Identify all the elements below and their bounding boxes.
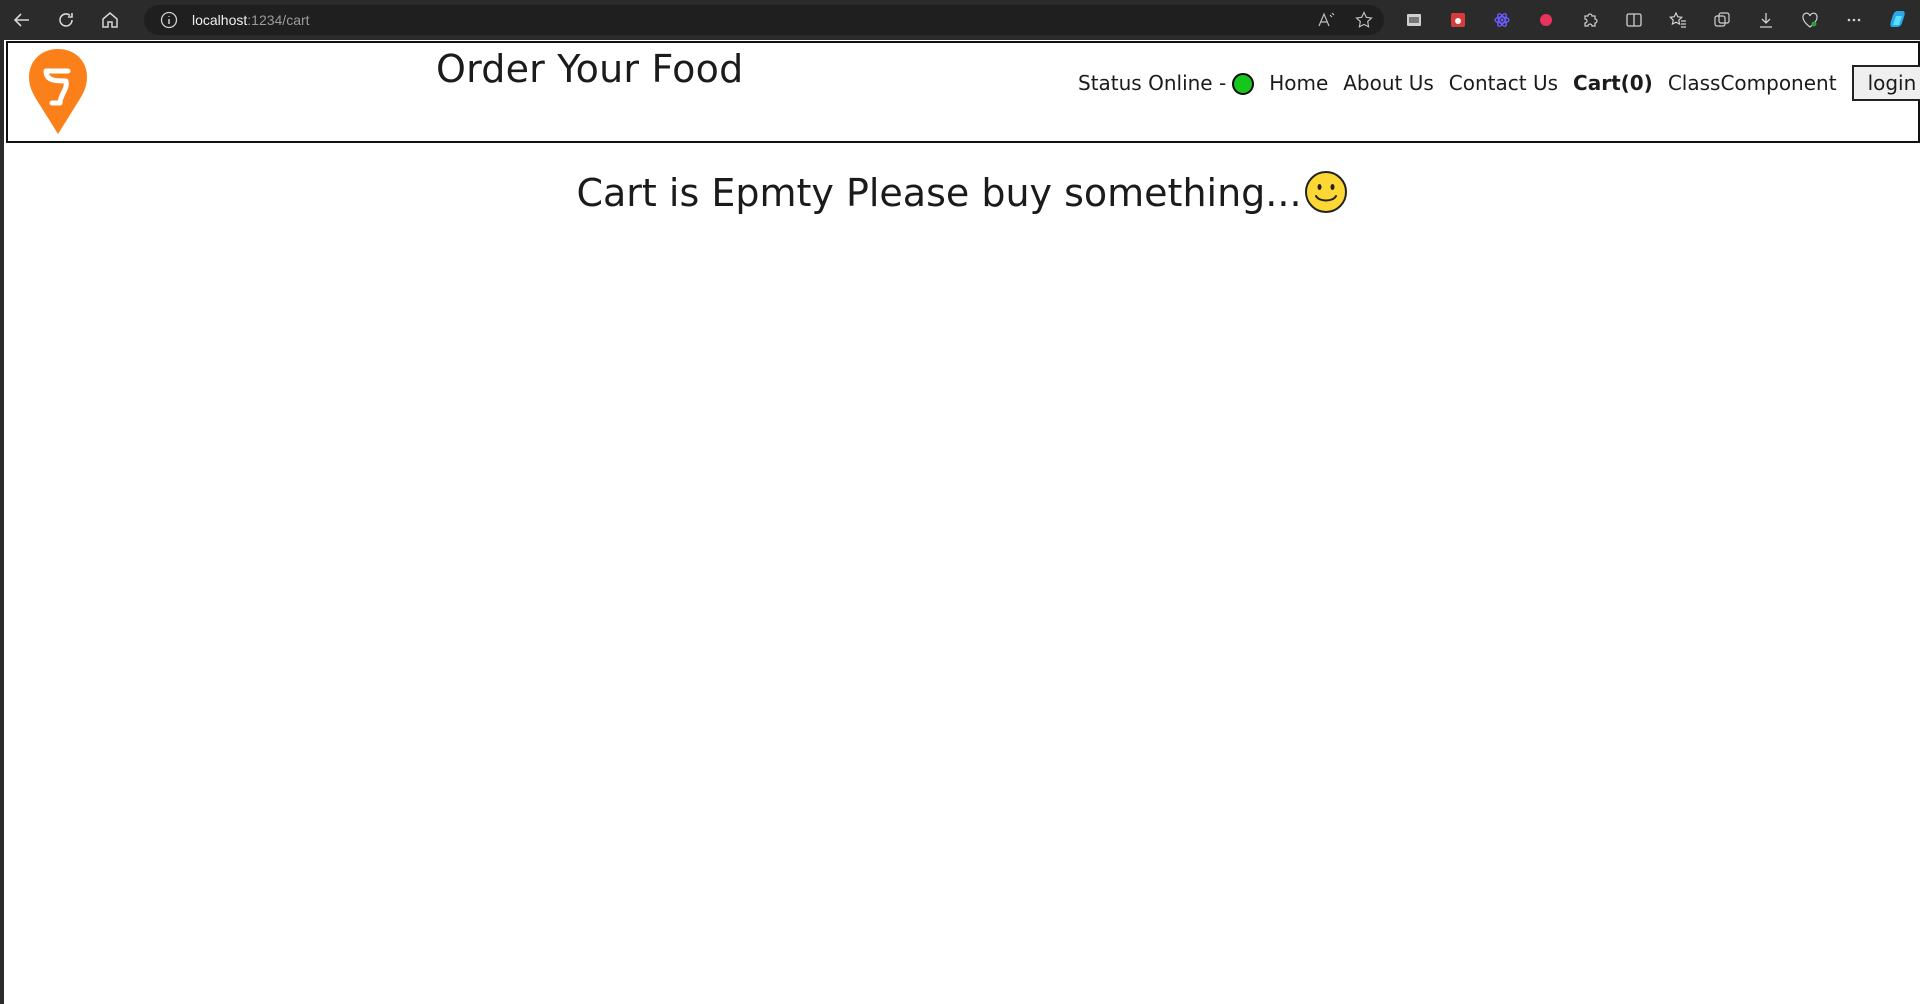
page-viewport: Order Your Food Status Online - Home Abo… (4, 40, 1920, 1004)
nav-contact-link[interactable]: Contact Us (1449, 71, 1558, 95)
extension-red-icon[interactable] (1436, 0, 1480, 40)
extension-react-icon[interactable] (1480, 0, 1524, 40)
browser-extensions (1392, 0, 1920, 40)
reload-icon[interactable] (44, 0, 88, 40)
url-path: :1234/cart (247, 12, 310, 28)
back-icon[interactable] (0, 0, 44, 40)
login-button[interactable]: login (1851, 65, 1920, 101)
nav-classcomponent-link[interactable]: ClassComponent (1668, 71, 1837, 95)
status-online-indicator (1232, 73, 1255, 96)
more-options-icon[interactable] (1832, 0, 1876, 40)
extensions-puzzle-icon[interactable] (1568, 0, 1612, 40)
online-status-label: Status Online - (1078, 70, 1227, 95)
nav-about-link[interactable]: About Us (1343, 71, 1434, 95)
address-bar[interactable]: localhost:1234/cart (144, 5, 1384, 35)
read-aloud-icon[interactable] (1316, 10, 1336, 30)
copilot-icon[interactable] (1876, 0, 1920, 40)
site-title: Order Your Food (436, 47, 744, 91)
nav-cart-link[interactable]: Cart(0) (1573, 71, 1653, 95)
site-header: Order Your Food Status Online - Home Abo… (6, 41, 1920, 143)
split-screen-icon[interactable] (1612, 0, 1656, 40)
favorite-star-icon[interactable] (1354, 10, 1374, 30)
browser-toolbar: localhost:1234/cart (0, 0, 1920, 40)
nav-bar: Status Online - Home About Us Contact Us… (1078, 63, 1920, 103)
favorites-icon[interactable] (1656, 0, 1700, 40)
collections-icon[interactable] (1700, 0, 1744, 40)
info-icon[interactable] (160, 11, 178, 29)
home-icon[interactable] (88, 0, 132, 40)
nav-home-link[interactable]: Home (1269, 71, 1328, 95)
online-status: Status Online - (1078, 70, 1255, 96)
browser-essentials-icon[interactable] (1788, 0, 1832, 40)
url-host: localhost (192, 12, 248, 28)
downloads-icon[interactable] (1744, 0, 1788, 40)
swiggy-logo[interactable] (26, 47, 90, 137)
smiley-face-icon (1304, 171, 1347, 213)
empty-cart-text: Cart is Epmty Please buy something... (576, 171, 1302, 215)
extension-square-icon[interactable] (1392, 0, 1436, 40)
extension-pink-icon[interactable] (1524, 0, 1568, 40)
empty-cart-message: Cart is Epmty Please buy something... (4, 170, 1920, 215)
